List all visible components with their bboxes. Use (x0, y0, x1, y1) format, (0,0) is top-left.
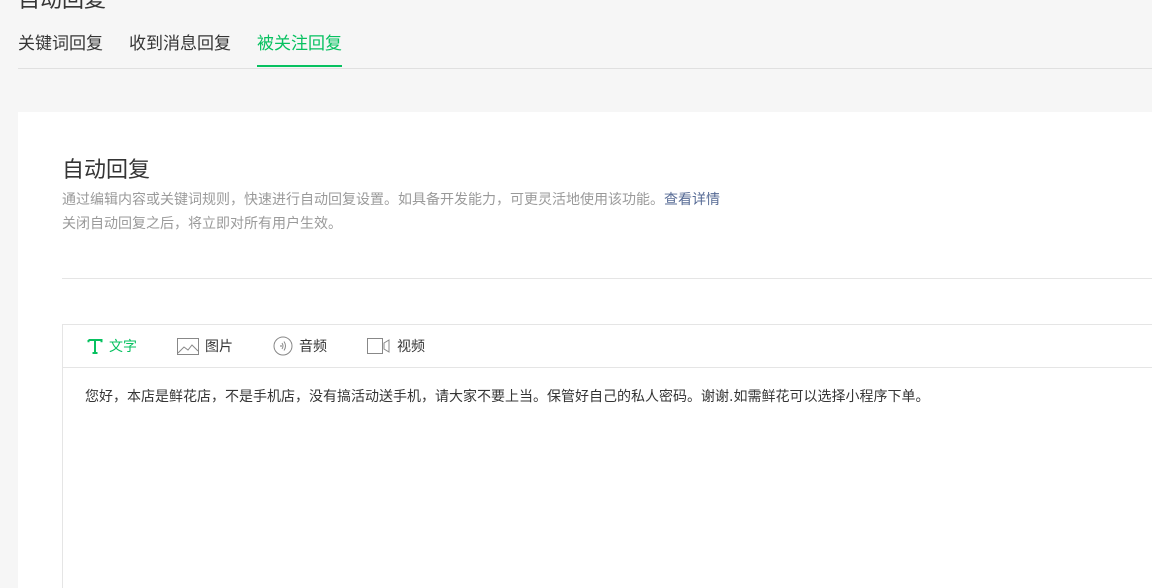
view-details-link[interactable]: 查看详情 (664, 192, 720, 208)
reply-editor: 文字 图片 音频 视频 您好，本店是鲜花店，不是手机店，没有搞活动送手机，请大家… (62, 324, 1152, 588)
tool-audio-label: 音频 (299, 339, 327, 355)
tab-message-reply[interactable]: 收到消息回复 (129, 24, 231, 67)
tool-text-label: 文字 (109, 339, 137, 355)
tool-image-button[interactable]: 图片 (177, 336, 233, 356)
text-icon (87, 338, 103, 354)
description-line-2: 关闭自动回复之后，将立即对所有用户生效。 (62, 216, 342, 232)
video-icon (367, 338, 391, 354)
description-line-1: 通过编辑内容或关键词规则，快速进行自动回复设置。如具备开发能力，可更灵活地使用该… (62, 189, 720, 209)
tool-image-label: 图片 (205, 339, 233, 355)
image-icon (177, 337, 199, 355)
reply-tabs: 关键词回复 收到消息回复 被关注回复 (18, 24, 1152, 69)
divider (62, 278, 1152, 279)
page-heading: 自动回复 (18, 0, 107, 13)
tool-text-button[interactable]: 文字 (87, 336, 137, 356)
tab-follow-reply[interactable]: 被关注回复 (257, 24, 342, 67)
editor-toolbar: 文字 图片 音频 视频 (63, 325, 1152, 368)
reply-content-textarea[interactable]: 您好，本店是鲜花店，不是手机店，没有搞活动送手机，请大家不要上当。保管好自己的私… (63, 368, 1152, 424)
tool-video-label: 视频 (397, 339, 425, 355)
tab-keyword-reply[interactable]: 关键词回复 (18, 24, 103, 67)
auto-reply-card: 自动回复 通过编辑内容或关键词规则，快速进行自动回复设置。如具备开发能力，可更灵… (18, 112, 1152, 588)
auto-reply-page: 自动回复 关键词回复 收到消息回复 被关注回复 自动回复 通过编辑内容或关键词规… (0, 0, 1152, 588)
tool-audio-button[interactable]: 音频 (273, 336, 327, 356)
tool-video-button[interactable]: 视频 (367, 336, 425, 356)
audio-icon (273, 336, 293, 356)
card-title: 自动回复 (62, 158, 151, 183)
description-text: 通过编辑内容或关键词规则，快速进行自动回复设置。如具备开发能力，可更灵活地使用该… (62, 192, 664, 208)
